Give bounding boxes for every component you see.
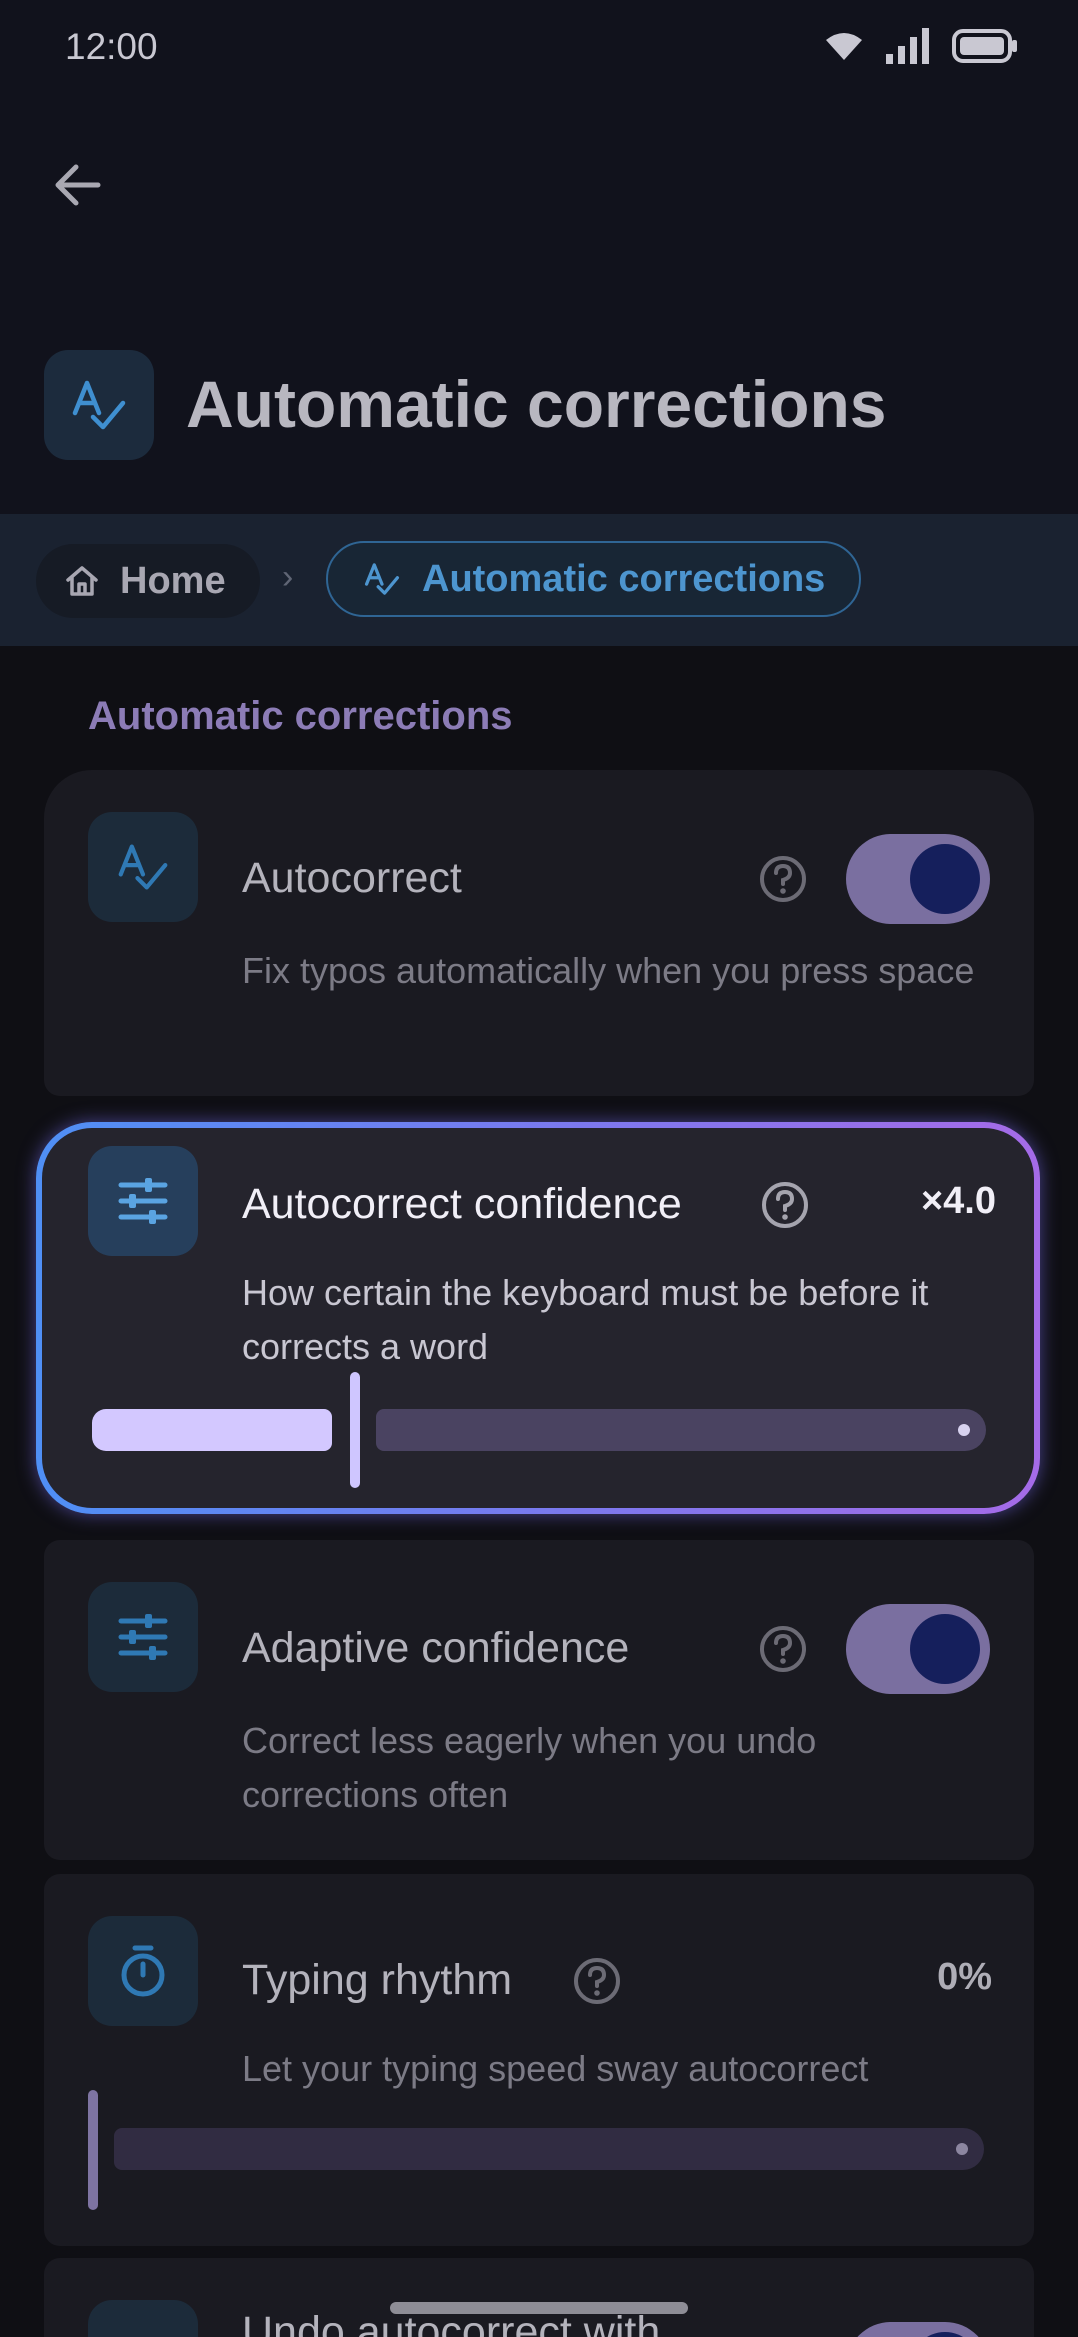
title-icon-container (44, 350, 154, 460)
slider-stop-indicator (956, 2143, 968, 2155)
setting-autocorrect-confidence[interactable]: Autocorrect confidence ×4.0 How certain … (42, 1128, 1034, 1508)
status-icons (824, 28, 1018, 64)
slider-inactive-track (114, 2128, 984, 2170)
toggle-knob (910, 2332, 980, 2337)
item-icon-container (88, 2300, 198, 2337)
setting-undo-autocorrect[interactable]: Undo autocorrect with (44, 2258, 1034, 2337)
spellcheck-icon (118, 844, 168, 890)
typing-rhythm-slider[interactable] (44, 1874, 1034, 2246)
item-title: Adaptive confidence (242, 1624, 630, 1672)
slider-inactive-track (376, 1409, 986, 1451)
autocorrect-toggle[interactable] (846, 834, 990, 924)
arrow-left-icon (55, 164, 101, 206)
slider-active-track (92, 1409, 332, 1451)
slider-thumb[interactable] (88, 2090, 98, 2210)
item-icon-container (88, 812, 198, 922)
section-header: Automatic corrections (88, 694, 513, 738)
confidence-slider[interactable] (42, 1128, 1034, 1508)
signal-icon (886, 28, 929, 64)
item-description: Fix typos automatically when you press s… (242, 950, 975, 991)
item-description: Correct less eagerly when you undo corre… (242, 1720, 817, 1815)
top-app-bar (0, 96, 1078, 514)
breadcrumb-current[interactable]: Automatic corrections (326, 541, 862, 617)
wifi-icon (826, 33, 862, 60)
battery-icon (952, 29, 1017, 63)
help-circle-icon[interactable] (758, 1624, 808, 1674)
setting-adaptive-confidence[interactable]: Adaptive confidence Correct less eagerly… (44, 1540, 1034, 1860)
back-button[interactable] (40, 148, 114, 222)
breadcrumb-current-label: Automatic corrections (422, 557, 826, 600)
item-icon-container (88, 1582, 198, 1692)
item-title: Autocorrect (242, 854, 462, 902)
tune-icon (118, 1614, 168, 1660)
home-icon (66, 566, 98, 596)
breadcrumb-home[interactable]: Home (36, 544, 260, 618)
setting-autocorrect[interactable]: Autocorrect Fix typos automatically when… (44, 770, 1034, 1096)
spellcheck-icon (364, 563, 400, 595)
adaptive-confidence-toggle[interactable] (846, 1604, 990, 1694)
home-indicator[interactable] (390, 2302, 688, 2314)
undo-autocorrect-toggle[interactable] (846, 2322, 990, 2337)
slider-thumb[interactable] (350, 1372, 360, 1488)
slider-stop-indicator (958, 1424, 970, 1436)
chevron-right-icon: › (282, 558, 294, 596)
toggle-knob (910, 844, 980, 914)
setting-typing-rhythm[interactable]: Typing rhythm 0% Let your typing speed s… (44, 1874, 1034, 2246)
page-title: Automatic corrections (186, 367, 887, 441)
breadcrumb-home-label: Home (120, 559, 226, 602)
status-time: 12:00 (65, 26, 158, 67)
spellcheck-icon (72, 380, 126, 430)
help-circle-icon[interactable] (758, 854, 808, 904)
toggle-knob (910, 1614, 980, 1684)
